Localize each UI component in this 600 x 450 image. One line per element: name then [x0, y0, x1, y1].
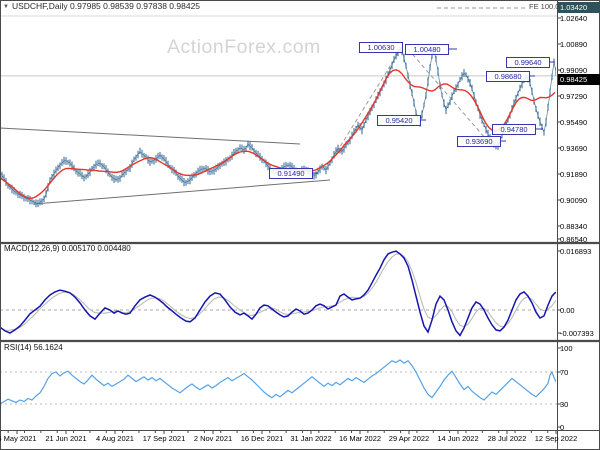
date-label: 29 Apr 2022	[388, 434, 430, 443]
price-tick-label: 0.88340	[560, 221, 588, 231]
chart-title-text: USDCHF,Daily 0.97985 0.98539 0.97838 0.9…	[11, 1, 201, 11]
fe-level-badge: 1.03420	[558, 2, 600, 13]
macd-tick-label: 0.00	[560, 305, 575, 315]
price-annotation[interactable]: 0.95420	[377, 115, 421, 126]
date-label: 16 Dec 2021	[240, 434, 284, 443]
price-tick-label: 0.91890	[560, 169, 588, 179]
rsi-tick-label: 100	[560, 343, 573, 353]
date-label: 21 Jun 2021	[45, 434, 87, 443]
price-annotation[interactable]: 0.94780	[492, 124, 536, 135]
price-annotation[interactable]: 0.99640	[506, 57, 550, 68]
date-label: 4 Aug 2021	[96, 434, 134, 443]
chart-window: ActionForex.com ▼ USDCHF,Daily 0.97985 0.…	[0, 0, 600, 450]
chart-title: ▼ USDCHF,Daily 0.97985 0.98539 0.97838 0.…	[3, 1, 200, 11]
macd-tick-label: 0.016893	[560, 246, 592, 256]
macd-panel-label: MACD(12,26,9) 0.005170 0.004480	[4, 244, 131, 253]
price-annotation[interactable]: 1.00480	[405, 44, 449, 55]
price-annotation[interactable]: 0.98680	[486, 71, 530, 82]
date-label: 14 Jun 2022	[437, 434, 479, 443]
date-label: 2 Nov 2021	[193, 434, 233, 443]
date-label: 6 May 2021	[0, 434, 37, 443]
price-annotation[interactable]: 0.93690	[457, 136, 501, 147]
price-tick-label: 1.00890	[560, 39, 588, 49]
date-label: 17 Sep 2021	[142, 434, 186, 443]
price-tick-label: 0.93690	[560, 143, 588, 153]
price-tick-label: 1.02640	[560, 13, 588, 23]
rsi-tick-label: 0	[560, 422, 565, 432]
price-tick-label: 0.86540	[560, 234, 588, 244]
date-label: 28 Jul 2022	[487, 434, 527, 443]
price-tick-label: 0.90090	[560, 195, 588, 205]
rsi-panel-label: RSI(14) 56.1624	[4, 343, 63, 352]
date-label: 12 Sep 2022	[534, 434, 578, 443]
price-tick-label: 0.97290	[560, 91, 588, 101]
symbol-dropdown-icon[interactable]: ▼	[3, 4, 9, 10]
rsi-tick-label: 30	[560, 399, 569, 409]
watermark: ActionForex.com	[167, 36, 321, 58]
price-annotation[interactable]: 1.00630	[359, 42, 403, 53]
fibonacci-extension-label: FE 100.0	[529, 2, 560, 11]
rsi-tick-label: 70	[560, 367, 569, 377]
current-price-badge: 0.98425	[558, 74, 600, 85]
macd-tick-label: -0.007393	[560, 328, 594, 338]
price-annotation[interactable]: 0.91490	[269, 168, 313, 179]
price-tick-label: 0.95490	[560, 117, 588, 127]
date-label: 31 Jan 2022	[290, 434, 332, 443]
date-label: 16 Mar 2022	[338, 434, 382, 443]
